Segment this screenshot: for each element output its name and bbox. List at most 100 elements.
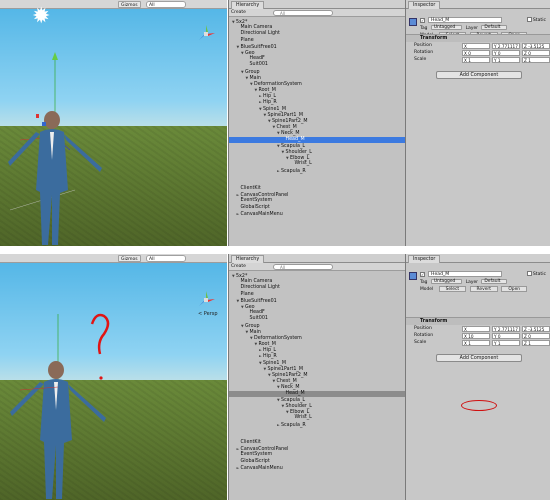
hierarchy-item-label: HeadF (249, 310, 265, 316)
rotation-z-field[interactable]: Z 0 (522, 333, 550, 339)
hierarchy-item-label: Head_M (285, 390, 305, 396)
blue-suit-character[interactable] (0, 294, 227, 500)
hierarchy-item-label: EventSystem (240, 452, 273, 458)
scale-y-field[interactable]: Y 1 (492, 57, 520, 63)
revert-button[interactable]: Revert (469, 286, 498, 292)
position-y-field[interactable]: Y 2.771117 (492, 326, 520, 332)
blue-suit-character[interactable] (0, 40, 227, 246)
annotation-circle (461, 400, 497, 411)
hierarchy-item-label: ClientKit (240, 186, 261, 192)
scale-y-field[interactable]: Y 1 (492, 340, 520, 346)
scale-x-field[interactable]: X 1 (462, 57, 490, 63)
hierarchy-tab-bar: Hierarchy (229, 0, 405, 9)
inspector-header: ✓ Head_M Static Tag Untagged Layer Defau… (406, 17, 550, 38)
rotation-label: Rotation (414, 333, 434, 338)
object-name-field[interactable]: Head_M (428, 271, 502, 277)
hierarchy-tree: ▼5x2* Main Camera Directional Light Plane ▼B… (229, 273, 405, 471)
scale-label: Scale (414, 340, 427, 345)
open-button[interactable]: Open (501, 286, 528, 292)
hierarchy-tab-bar: Hierarchy (229, 254, 405, 263)
active-checkbox[interactable]: ✓ (420, 18, 425, 23)
rotation-x-field[interactable]: X 10 (462, 333, 490, 339)
create-dropdown[interactable]: Create (231, 264, 246, 270)
rotation-z-field[interactable]: Z 0 (522, 50, 550, 56)
hierarchy-item-label: Wrist_L (294, 415, 312, 421)
scale-z-field[interactable]: Z 1 (522, 340, 550, 346)
hierarchy-search-input[interactable]: All (273, 264, 333, 270)
hierarchy-item-label: Directional Light (240, 31, 280, 37)
inspector-panel: Inspector ✓ Head_M Static Tag Untagged L… (405, 254, 550, 500)
create-dropdown[interactable]: Create (231, 10, 246, 16)
top-screenshot: Gizmos All ✹ Hierarchy Create All ▼5x2* … (0, 0, 550, 246)
hierarchy-item-label: Plane (240, 37, 254, 43)
static-label: Static (532, 18, 546, 23)
rotation-x-field[interactable]: X 0 (462, 50, 490, 56)
inspector-header: ✓ Head_M Static Tag Untagged Layer Defau… (406, 271, 550, 292)
tag-label: Tag (420, 26, 428, 31)
position-z-field[interactable]: Z -3.5125 (522, 326, 550, 332)
static-label: Static (532, 272, 546, 277)
gameobject-cube-icon (409, 18, 417, 26)
transform-component: Transform Position X -0.0992239 Y 2.7711… (406, 34, 550, 63)
scene-search-input[interactable]: All (146, 1, 186, 8)
transform-component: Transform Position X -0.0992239 Y 2.7711… (406, 317, 550, 411)
position-x-field[interactable]: X -0.0992239 (462, 43, 490, 49)
hierarchy-item[interactable]: ►CanvasMainMenu (229, 465, 405, 471)
add-component-button[interactable]: Add Component (436, 354, 522, 362)
inspector-tab-bar: Inspector (406, 0, 550, 9)
hierarchy-search-input[interactable]: All (273, 10, 333, 16)
tab-inspector[interactable]: Inspector (408, 255, 441, 263)
directional-light-icon[interactable]: ✹ (32, 6, 50, 28)
screenshot-divider (0, 246, 550, 254)
hierarchy-item-label: GlobalScript (240, 204, 270, 210)
transform-header[interactable]: Transform (406, 35, 550, 42)
scene-view[interactable]: Gizmos All ✹ (0, 0, 227, 246)
hierarchy-tree: ▼5x2* Main Camera Directional Light Plane ▼B… (229, 19, 405, 217)
select-button[interactable]: Select (438, 286, 467, 292)
hierarchy-panel: Hierarchy Create All ▼5x2* Main Camera Dir… (228, 254, 405, 500)
hierarchy-item-label: GlobalScript (240, 458, 270, 464)
rotation-y-field[interactable]: Y 0 (492, 50, 520, 56)
static-checkbox[interactable] (526, 271, 532, 276)
static-checkbox[interactable] (526, 17, 532, 22)
position-x-field[interactable]: X -0.0992239 (462, 326, 490, 332)
layer-label: Layer (465, 26, 478, 31)
gameobject-cube-icon (409, 272, 417, 280)
scale-x-field[interactable]: X 1 (462, 340, 490, 346)
layer-label: Layer (465, 280, 478, 285)
gizmos-dropdown[interactable]: Gizmos (118, 255, 141, 262)
tab-hierarchy[interactable]: Hierarchy (231, 1, 265, 9)
inspector-tab-bar: Inspector (406, 254, 550, 263)
layer-dropdown[interactable]: Default (481, 279, 508, 284)
position-z-field[interactable]: Z -3.5125 (522, 43, 550, 49)
scale-z-field[interactable]: Z 1 (522, 57, 550, 63)
hierarchy-item-label: Suit001 (249, 316, 268, 322)
rotation-y-field[interactable]: Y 0 (492, 333, 520, 339)
hierarchy-item-label: Plane (240, 291, 254, 297)
position-label: Position (414, 43, 432, 48)
scale-label: Scale (414, 57, 427, 62)
position-label: Position (414, 326, 432, 331)
layer-dropdown[interactable]: Default (481, 25, 508, 30)
add-component-button[interactable]: Add Component (436, 71, 522, 79)
scene-search-input[interactable]: All (146, 255, 186, 262)
hierarchy-item[interactable]: ►CanvasMainMenu (229, 211, 405, 217)
hierarchy-item-label: HeadF (249, 56, 265, 62)
gizmos-dropdown[interactable]: Gizmos (118, 1, 141, 8)
transform-header[interactable]: Transform (406, 318, 550, 325)
position-y-field[interactable]: Y 2.771117 (492, 43, 520, 49)
model-label: Model (420, 287, 434, 292)
hierarchy-toolbar: Create All (229, 9, 405, 17)
hierarchy-item-label: Directional Light (240, 285, 280, 291)
hierarchy-item-label: Main Camera (240, 25, 273, 31)
scene-toolbar: Gizmos All (0, 254, 227, 263)
tag-dropdown[interactable]: Untagged (430, 279, 463, 284)
tag-dropdown[interactable]: Untagged (430, 25, 463, 30)
tab-inspector[interactable]: Inspector (408, 1, 441, 9)
tab-hierarchy[interactable]: Hierarchy (231, 255, 265, 263)
hierarchy-item-label: Suit001 (249, 62, 268, 68)
scene-view[interactable]: Gizmos All < Persp (0, 254, 227, 500)
object-name-field[interactable]: Head_M (428, 17, 502, 23)
bottom-screenshot: Gizmos All < Persp Hierarchy Create All … (0, 254, 550, 500)
active-checkbox[interactable]: ✓ (420, 272, 425, 277)
